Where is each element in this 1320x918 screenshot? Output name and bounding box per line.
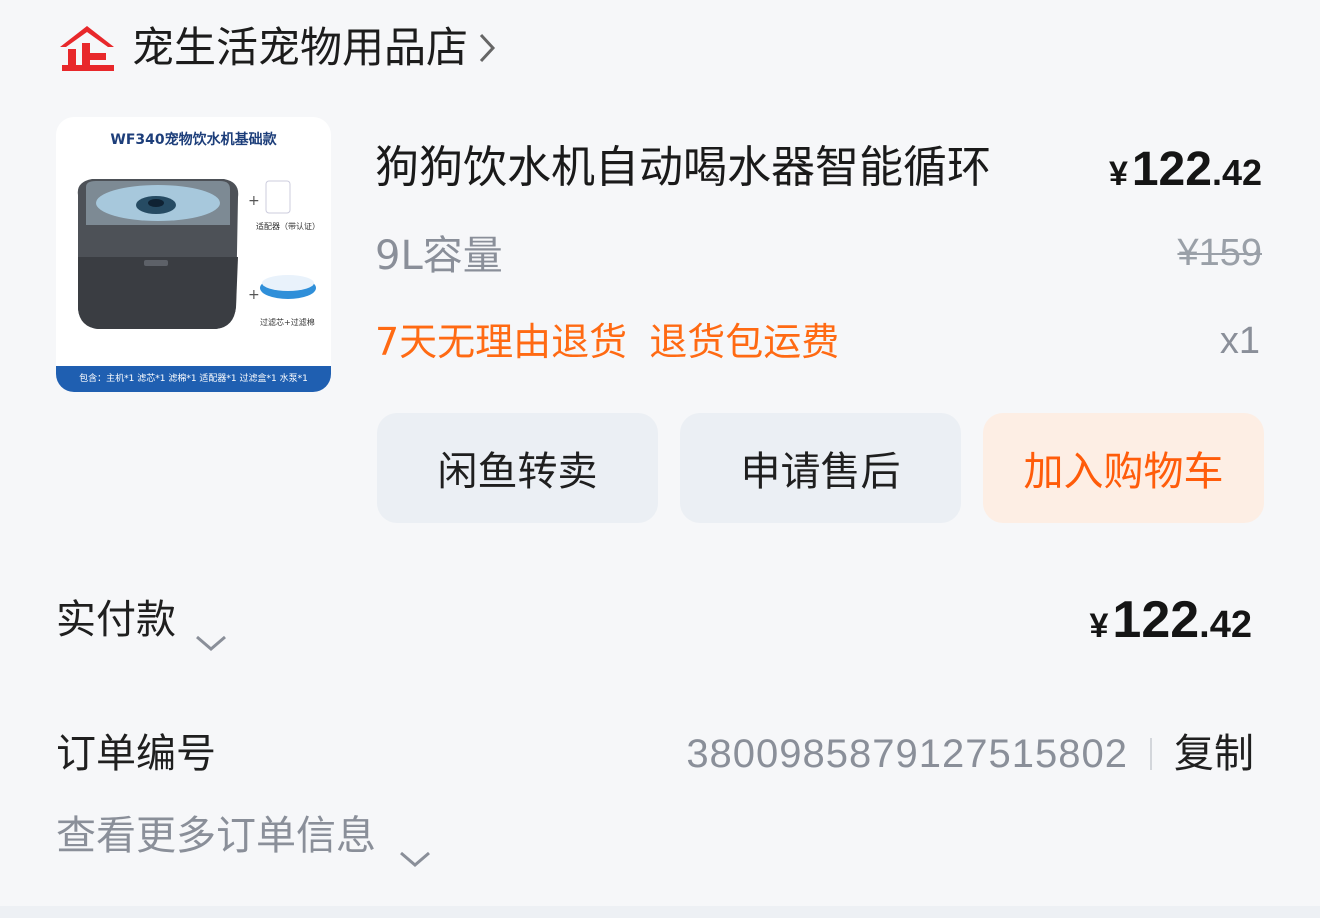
product-thumbnail[interactable]: WF340宠物饮水机基础款 + + 适配器（带认证） 过滤芯+过滤棉 包含：主机… — [56, 117, 331, 392]
after-sale-button[interactable]: 申请售后 — [680, 413, 961, 523]
store-header[interactable]: 宠生活宠物用品店 — [56, 18, 500, 78]
price-decimal: .42 — [1211, 152, 1262, 193]
resell-button[interactable]: 闲鱼转卖 — [377, 413, 658, 523]
order-number: 3800985879127515802 — [686, 732, 1128, 776]
bottom-divider — [0, 906, 1320, 918]
product-price: ¥122.42 — [1109, 142, 1262, 197]
thumbnail-accessory-2: 过滤芯+过滤棉 — [260, 318, 315, 327]
svg-text:+: + — [248, 287, 260, 303]
thumbnail-footer: 包含：主机*1 滤芯*1 滤棉*1 适配器*1 过滤盒*1 水泵*1 — [56, 366, 331, 392]
thumbnail-accessory-1: 适配器（带认证） — [256, 222, 320, 231]
price-currency: ¥ — [1108, 155, 1128, 193]
product-spec: 9L容量 — [375, 233, 503, 279]
svg-text:+: + — [248, 193, 260, 209]
more-order-info-toggle[interactable]: 查看更多订单信息 — [56, 806, 432, 867]
store-logo-icon — [56, 23, 118, 73]
paid-amount-label: 实付款 — [56, 597, 176, 643]
chevron-down-icon — [194, 610, 228, 651]
copy-button[interactable]: 复制 — [1174, 724, 1254, 784]
original-price: ¥159 — [1177, 232, 1262, 274]
add-to-cart-button[interactable]: 加入购物车 — [983, 413, 1264, 523]
divider — [1150, 738, 1152, 770]
chevron-down-icon — [398, 826, 432, 867]
more-order-info-label: 查看更多订单信息 — [56, 813, 376, 859]
order-number-label: 订单编号 — [56, 731, 216, 777]
tag-return-shipping: 退货包运费 — [649, 320, 840, 364]
chevron-right-icon — [478, 28, 500, 68]
paid-integer: 122 — [1112, 591, 1200, 649]
paid-amount: ¥122.42 — [1089, 590, 1252, 650]
service-tags: 7天无理由退货 退货包运费 — [375, 316, 839, 368]
paid-decimal: .42 — [1199, 604, 1252, 646]
quantity: x1 — [1219, 320, 1260, 362]
product-title[interactable]: 狗狗饮水机自动喝水器智能循环 — [375, 140, 1075, 196]
order-number-row: 3800985879127515802 复制 — [686, 724, 1254, 784]
paid-currency: ¥ — [1089, 607, 1109, 645]
price-integer: 122 — [1131, 143, 1212, 196]
paid-amount-toggle[interactable]: 实付款 — [56, 590, 228, 651]
store-name: 宠生活宠物用品店 — [132, 23, 469, 72]
tag-free-return: 7天无理由退货 — [375, 320, 628, 364]
water-fountain-image: + + — [77, 179, 316, 329]
